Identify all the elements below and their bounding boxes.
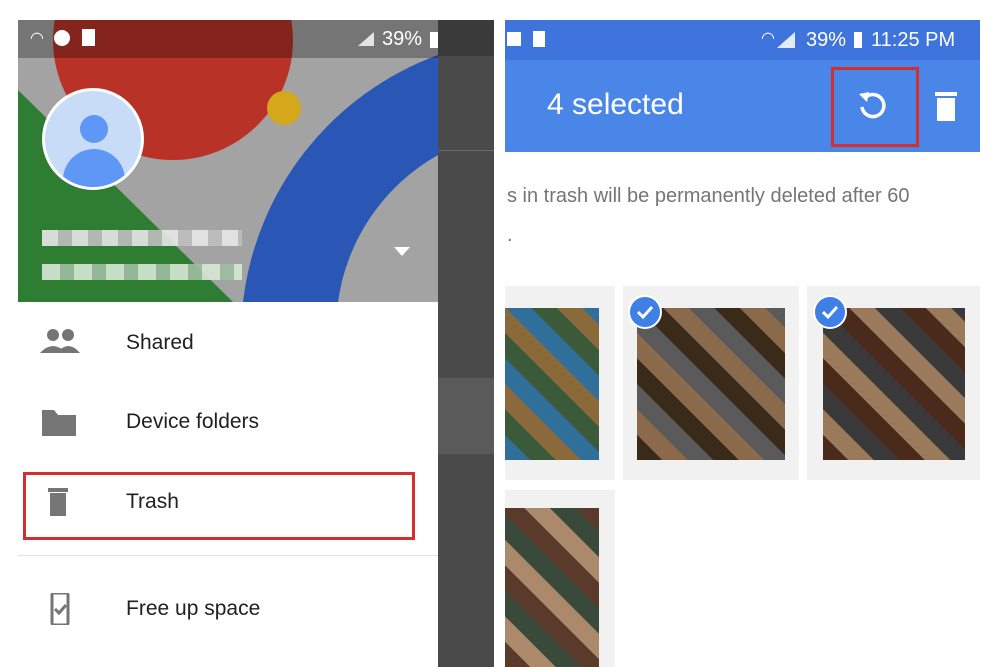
app-notification-icon xyxy=(54,30,70,46)
photo-image xyxy=(823,308,965,460)
trash-highlight-box xyxy=(23,472,415,540)
navigation-drawer: ◠ 39% Shared Device folders Trash Free u… xyxy=(18,20,438,667)
avatar[interactable] xyxy=(42,88,144,190)
file-notification-icon xyxy=(533,31,545,47)
folder-icon xyxy=(40,406,80,438)
clock: 11:25 PM xyxy=(871,29,956,51)
scrim-divider xyxy=(438,150,494,151)
drawer-item-label: Device folders xyxy=(126,410,260,433)
drawer-item-shared[interactable]: Shared xyxy=(18,304,438,382)
battery-icon xyxy=(430,32,438,48)
photo-thumbnail[interactable] xyxy=(505,286,615,480)
photo-image xyxy=(637,308,785,460)
photo-image xyxy=(505,508,599,667)
photo-thumbnail[interactable] xyxy=(807,286,980,480)
image-notification-icon xyxy=(507,32,521,46)
battery-icon xyxy=(854,32,862,48)
battery-level: 39% xyxy=(382,28,423,50)
selection-app-bar: 4 selected xyxy=(505,60,980,152)
photo-thumbnail[interactable] xyxy=(505,490,615,667)
drawer-item-device-folders[interactable]: Device folders xyxy=(18,383,438,461)
phone-check-icon xyxy=(40,591,80,627)
status-bar: ◠ 39% 11:25 PM xyxy=(505,20,980,60)
drawer-divider xyxy=(18,555,438,556)
selection-count-title: 4 selected xyxy=(547,88,684,121)
selected-check-icon[interactable] xyxy=(813,295,847,329)
restore-highlight-box xyxy=(831,67,919,147)
trash-notice-line2: . xyxy=(507,224,513,246)
battery-level: 39% xyxy=(806,29,847,51)
scrim-status-bar xyxy=(438,20,494,56)
selected-check-icon[interactable] xyxy=(628,295,662,329)
photo-thumbnail[interactable] xyxy=(623,286,799,480)
file-notification-icon xyxy=(82,29,95,46)
drawer-header: ◠ 39% xyxy=(18,20,438,302)
account-email-redacted xyxy=(42,264,242,280)
delete-forever-icon[interactable] xyxy=(933,90,959,127)
photo-image xyxy=(505,308,599,460)
drawer-scrim[interactable] xyxy=(438,20,494,667)
account-dropdown-icon[interactable] xyxy=(394,244,410,262)
people-icon xyxy=(40,327,80,359)
drawer-item-free-up-space[interactable]: Free up space xyxy=(18,570,438,648)
wifi-icon: ◠ xyxy=(30,30,44,47)
drawer-item-label: Shared xyxy=(126,331,194,354)
scrim-photo xyxy=(438,378,494,454)
trash-notice-line1: s in trash will be permanently deleted a… xyxy=(507,185,910,207)
avatar-head xyxy=(80,115,108,143)
account-name-redacted xyxy=(42,230,242,246)
wifi-icon: ◠ xyxy=(761,30,775,47)
signal-icon xyxy=(777,32,797,53)
trash-screen: ◠ 39% 11:25 PM 4 selected s in trash wil… xyxy=(505,20,980,667)
drawer-item-label: Free up space xyxy=(126,597,261,620)
avatar-body xyxy=(63,149,125,187)
